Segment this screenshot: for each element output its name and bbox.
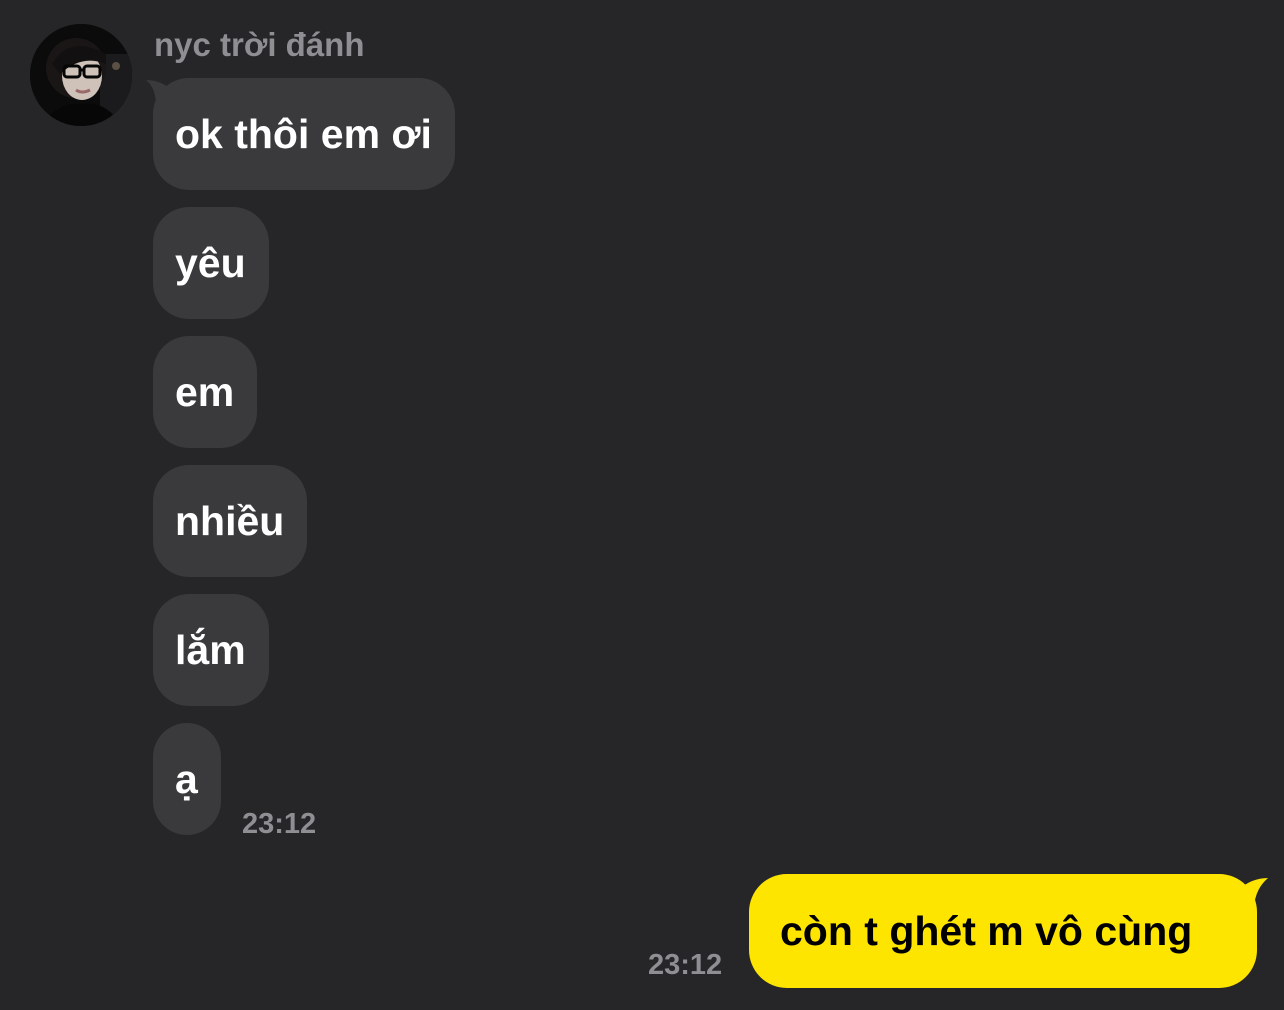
- incoming-message-bubble[interactable]: nhiều: [153, 465, 308, 577]
- incoming-timestamp: 23:12: [242, 808, 317, 840]
- avatar-photo: [30, 24, 132, 126]
- incoming-message-bubble[interactable]: ok thôi em ơi: [153, 78, 455, 190]
- incoming-message-bubble[interactable]: ạ: [153, 723, 221, 835]
- sender-avatar[interactable]: [30, 24, 132, 126]
- outgoing-timestamp: 23:12: [648, 949, 723, 981]
- incoming-message-bubble[interactable]: yêu: [153, 207, 269, 319]
- outgoing-message-bubble[interactable]: còn t ghét m vô cùng: [749, 874, 1257, 988]
- incoming-message-bubble[interactable]: em: [153, 336, 258, 448]
- sender-name: nyc trời đánh: [154, 26, 365, 63]
- incoming-message-bubble[interactable]: lắm: [153, 594, 269, 706]
